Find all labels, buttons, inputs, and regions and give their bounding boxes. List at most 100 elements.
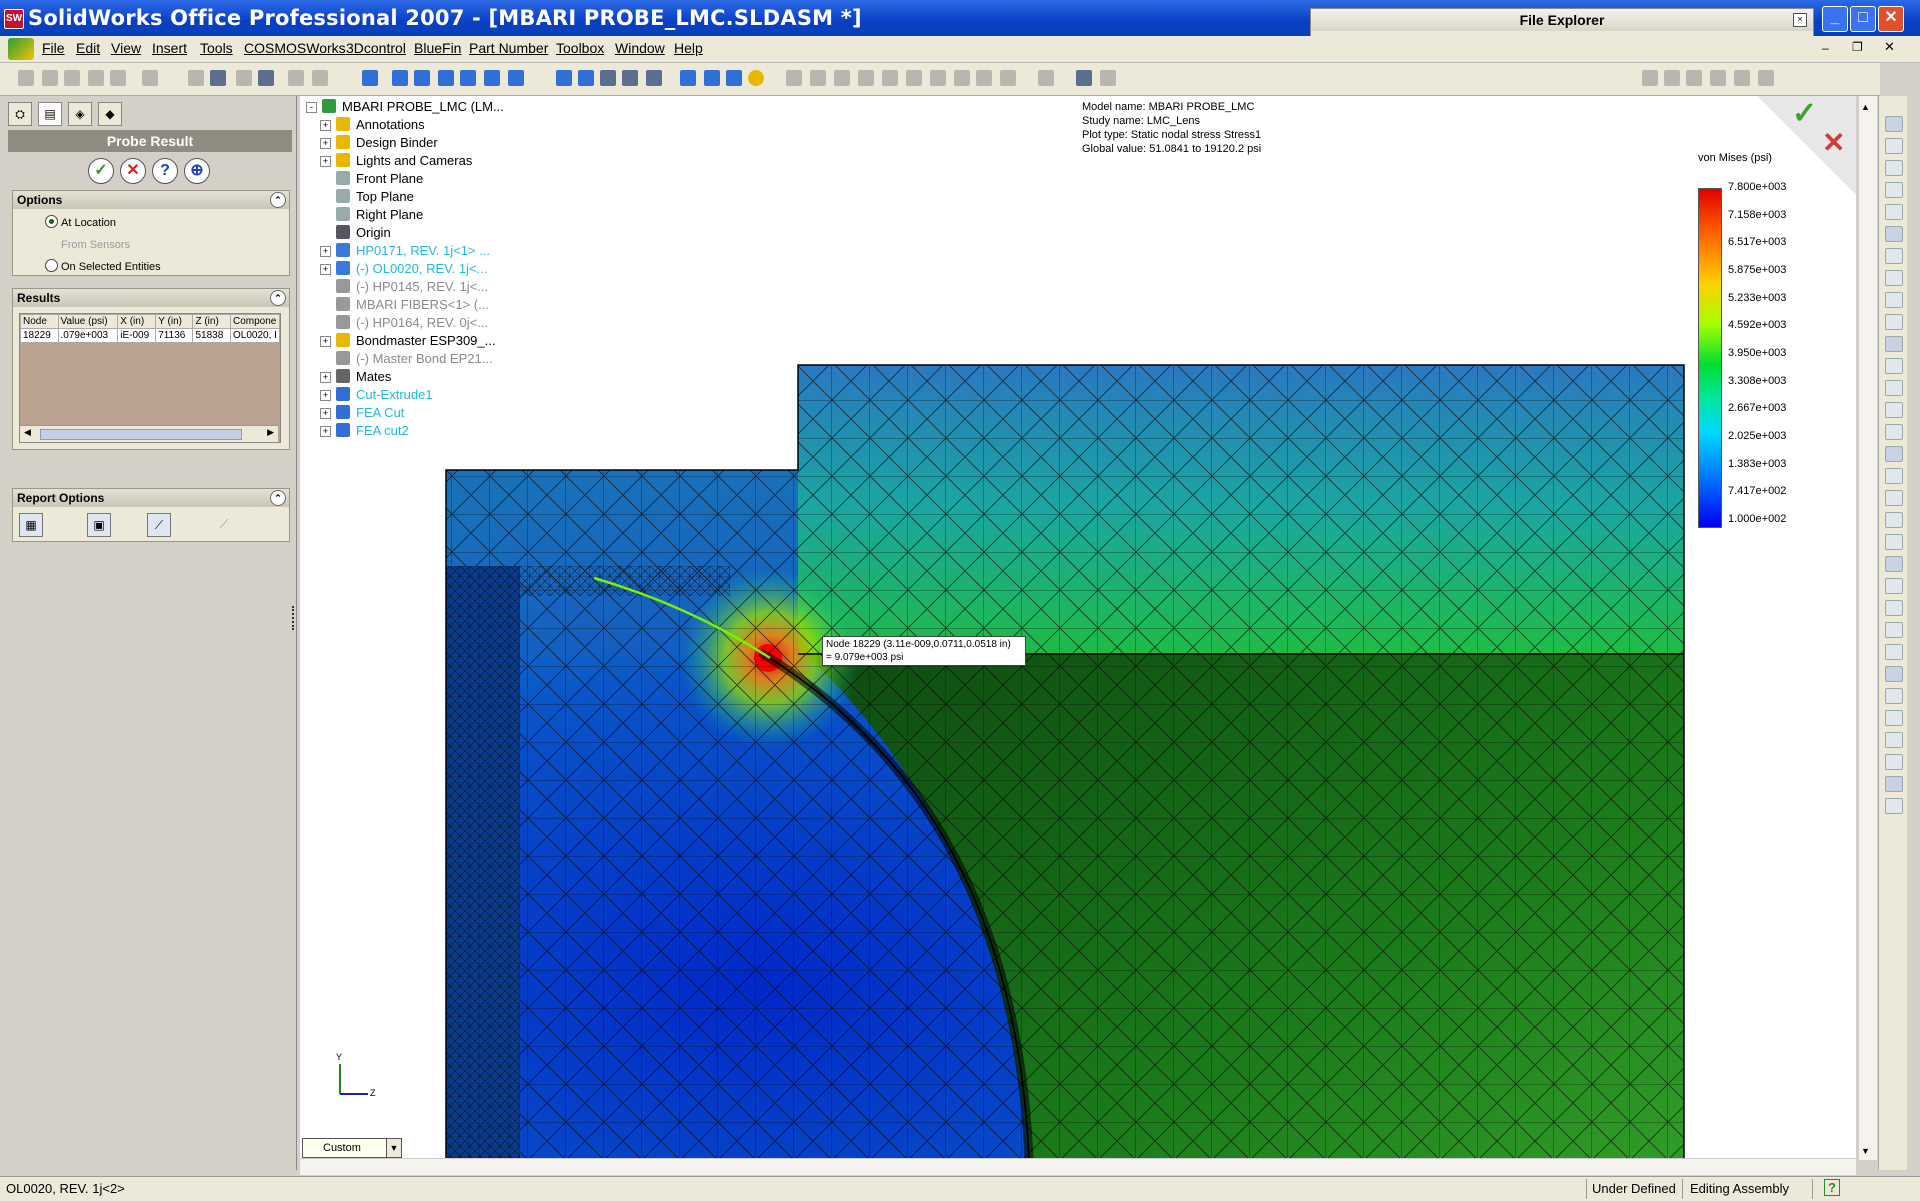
menu-bluefin[interactable]: BlueFin [414,40,461,56]
print-icon[interactable] [88,70,104,86]
macro-new-icon[interactable] [1734,70,1750,86]
expand-icon[interactable]: + [320,372,331,383]
section-view-icon[interactable] [680,70,696,86]
expand-icon[interactable]: + [320,336,331,347]
sketch-tool-icon[interactable] [1885,402,1903,418]
sketch-tool-icon[interactable] [1885,490,1903,506]
assembly-tool-10-icon[interactable] [1000,70,1016,86]
table-row[interactable]: 18229.079e+003 iE-009 71136 51838 OL0020, I [20,328,280,343]
feature-manager-tab-icon[interactable]: ⛭ [8,102,32,126]
results-column-header[interactable]: Z (in) [192,314,231,329]
maximize-button[interactable]: □ [1850,6,1876,32]
assembly-tool-11-icon[interactable] [1038,70,1054,86]
sketch-tool-icon[interactable] [1885,248,1903,264]
sketch-tool-icon[interactable] [1885,424,1903,440]
realview-icon[interactable] [748,70,764,86]
ok-button[interactable]: ✓ [88,158,114,184]
assembly-tool-4-icon[interactable] [858,70,874,86]
sketch-tool-icon[interactable] [1885,688,1903,704]
scroll-down-icon[interactable]: ▼ [1861,1146,1870,1156]
expand-icon[interactable]: + [320,120,331,131]
shaded-edges-icon[interactable] [556,70,572,86]
scroll-up-icon[interactable]: ▲ [1861,102,1870,112]
sketch-tool-icon[interactable] [1885,204,1903,220]
radio-on-selected-entities[interactable]: On Selected Entities [45,259,161,273]
vertical-scrollbar[interactable]: ▲ ▼ [1858,96,1877,1160]
sketch-tool-icon[interactable] [1885,644,1903,660]
smart-select-icon[interactable] [210,70,226,86]
menu-toolbox[interactable]: Toolbox [556,40,604,56]
radio-at-location[interactable]: At Location [45,215,116,229]
zoom-icon[interactable] [438,70,454,86]
minimize-button[interactable]: _ [1822,6,1848,32]
measure-icon[interactable] [362,70,378,86]
report-options-header[interactable]: Report Options ⌃ [13,489,289,507]
macro-edit-icon[interactable] [1710,70,1726,86]
shadows-icon[interactable] [726,70,742,86]
view-orientation-combo[interactable]: Custom ▼ [302,1138,402,1158]
results-column-header[interactable]: Y (in) [155,314,194,329]
expand-icon[interactable]: + [320,408,331,419]
sketch-tool-icon[interactable] [1885,776,1903,792]
menu-tools[interactable]: Tools [200,40,233,56]
menu-part-number[interactable]: Part Number [469,40,548,56]
record-icon[interactable] [1686,70,1702,86]
sketch-tool-icon[interactable] [1885,798,1903,814]
sketch-tool-icon[interactable] [1885,578,1903,594]
expand-icon[interactable]: + [320,156,331,167]
sketch-tool-icon[interactable] [1885,468,1903,484]
scroll-right-icon[interactable]: ▶ [267,427,274,438]
collapse-icon[interactable]: - [306,102,317,113]
doc-close-icon[interactable]: ✕ [1884,39,1895,55]
expand-icon[interactable]: + [320,264,331,275]
menu-3dcontrol[interactable]: 3Dcontrol [346,40,406,56]
doc-minimize-icon[interactable]: – [1822,41,1829,55]
expand-icon[interactable]: + [320,426,331,437]
options-section-header[interactable]: Options ⌃ [13,191,289,209]
save-icon[interactable] [64,70,80,86]
sketch-tool-icon[interactable] [1885,380,1903,396]
cosmos-manager-tab-icon[interactable]: ◆ [98,102,122,126]
menu-help[interactable]: Help [674,40,703,56]
options-icon[interactable] [110,70,126,86]
scroll-left-icon[interactable]: ◀ [24,427,31,438]
results-column-header[interactable]: Value (psi) [57,314,119,329]
sketch-tool-icon[interactable] [1885,600,1903,616]
macro-run-icon[interactable] [1758,70,1774,86]
menu-view[interactable]: View [111,40,141,56]
save-icon[interactable]: ▣ [87,513,111,537]
sketch-tool-icon[interactable] [1885,754,1903,770]
horizontal-scrollbar[interactable] [300,1158,1856,1175]
help-button[interactable]: ? [152,158,178,184]
sketch-tool-icon[interactable] [1885,666,1903,682]
view-orientation-icon[interactable] [508,70,524,86]
sketch-tool-icon[interactable] [1885,270,1903,286]
edit-component-icon[interactable] [258,70,274,86]
new-icon[interactable] [18,70,34,86]
assembly-tool-13-icon[interactable] [1100,70,1116,86]
sketch-tool-icon[interactable] [1885,710,1903,726]
assembly-tool-9-icon[interactable] [976,70,992,86]
collapse-icon[interactable]: ⌃ [270,290,286,306]
sheet-icon[interactable] [288,70,304,86]
help-icon[interactable]: ? [1824,1179,1840,1196]
solidworks-logo-icon[interactable] [8,38,34,60]
perspective-icon[interactable] [704,70,720,86]
sketch-tool-icon[interactable] [1885,446,1903,462]
assembly-tool-2-icon[interactable] [810,70,826,86]
pin-button[interactable]: ⊕ [184,158,210,184]
wireframe-icon[interactable] [646,70,662,86]
sketch-tool-icon[interactable] [1885,512,1903,528]
sketch-tool-icon[interactable] [1885,732,1903,748]
sketch-tool-icon[interactable] [1885,556,1903,572]
hidden-removed-icon[interactable] [622,70,638,86]
play-icon[interactable] [1642,70,1658,86]
menu-cosmosworks[interactable]: COSMOSWorks [244,40,346,56]
results-column-header[interactable]: Compone [230,314,280,329]
results-grid[interactable]: Node Value (psi) X (in) Y (in) Z (in) Compone… [19,313,281,443]
sketch-tool-icon[interactable] [1885,160,1903,176]
sketch-tool-icon[interactable] [1885,138,1903,154]
assembly-tool-5-icon[interactable] [882,70,898,86]
menu-insert[interactable]: Insert [152,40,187,56]
sketch-tool-icon[interactable] [1885,358,1903,374]
